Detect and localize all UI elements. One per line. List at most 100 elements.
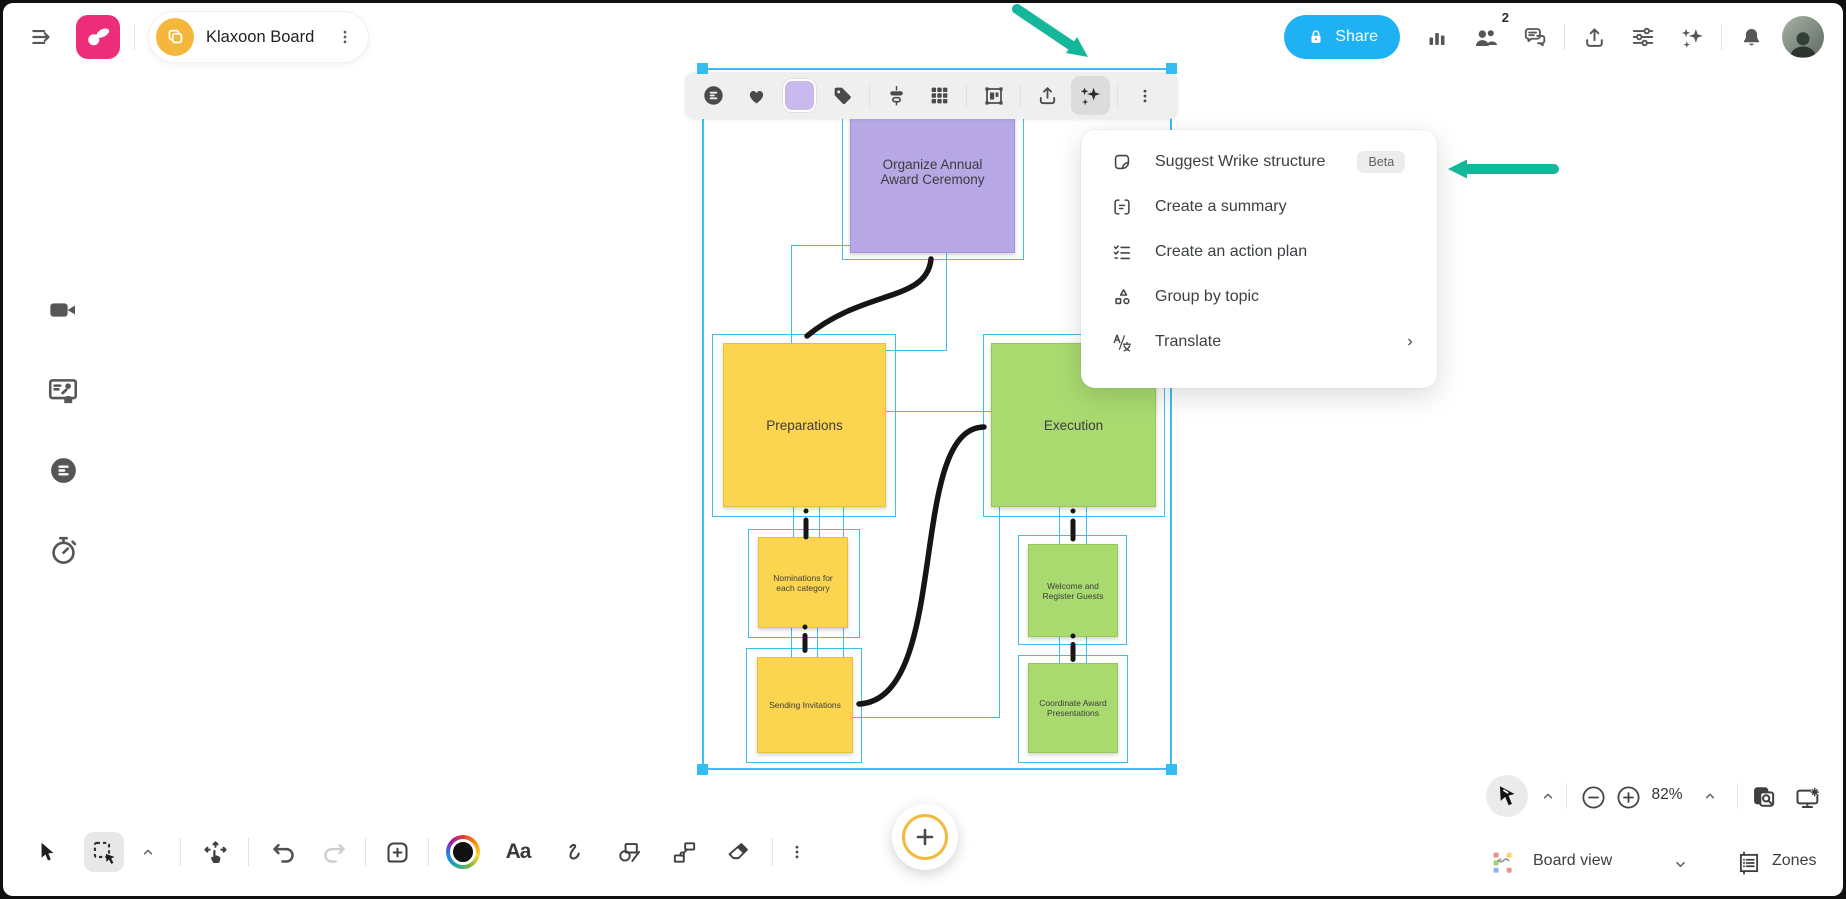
summary-icon <box>1114 198 1130 215</box>
board-menu-button[interactable] <box>330 18 360 56</box>
menu-item-translate[interactable]: Translate <box>1081 319 1437 364</box>
board-title-pill[interactable]: Klaxoon Board <box>149 12 369 62</box>
menu-item-create-action-plan[interactable]: Create an action plan <box>1081 229 1437 274</box>
connector-icon <box>673 841 695 863</box>
pan-tool-button[interactable] <box>195 832 235 872</box>
share-button[interactable]: Share <box>1284 15 1400 59</box>
frame-icon <box>984 86 1003 105</box>
selection-handle-top-left[interactable] <box>697 63 708 74</box>
ai-sparkles-icon <box>1681 28 1703 48</box>
details-button[interactable] <box>694 76 733 115</box>
poll-tool-button[interactable] <box>42 449 84 491</box>
like-heart-icon <box>749 90 764 104</box>
like-button[interactable] <box>737 76 776 115</box>
header-divider <box>1721 24 1722 50</box>
sticky-note[interactable]: Nominations for each category <box>758 537 848 628</box>
selection-handle-bottom-left[interactable] <box>697 764 708 775</box>
presenter-icon <box>48 379 78 404</box>
zones-button[interactable] <box>1730 846 1768 880</box>
kebab-menu-icon <box>1143 89 1146 102</box>
upload-icon <box>1585 27 1603 47</box>
notifications-button[interactable] <box>1731 17 1771 57</box>
present-tool-button[interactable] <box>42 370 84 412</box>
eraser-tool-button[interactable] <box>718 832 758 872</box>
upload-button[interactable] <box>1574 17 1614 57</box>
select-tool-button[interactable] <box>27 832 67 872</box>
board-title: Klaxoon Board <box>206 27 315 46</box>
pointer-mode-button[interactable] <box>1486 775 1528 817</box>
plus-icon <box>916 828 934 846</box>
sticky-note[interactable]: Coordinate Award Presentations <box>1028 663 1118 753</box>
menu-item-group-by-topic[interactable]: Group by topic <box>1081 274 1437 319</box>
more-options-button[interactable] <box>1125 76 1164 115</box>
shapes-tool-button[interactable] <box>609 832 649 872</box>
zoom-level[interactable]: 82% <box>1642 786 1692 804</box>
menu-item-create-summary[interactable]: Create a summary <box>1081 184 1437 229</box>
ai-assistant-button[interactable] <box>1672 17 1712 57</box>
align-button[interactable] <box>877 76 916 115</box>
menu-item-suggest-wrike[interactable]: Suggest Wrike structure Beta <box>1081 139 1437 184</box>
video-tool-button[interactable] <box>42 289 84 331</box>
pan-icon <box>203 840 227 863</box>
marquee-select-tool-button[interactable] <box>84 832 124 872</box>
sticky-note[interactable]: Welcome and Register Guests <box>1028 544 1118 637</box>
display-settings-button[interactable] <box>1789 778 1827 816</box>
undo-button[interactable] <box>263 832 303 872</box>
comments-button[interactable] <box>1515 17 1555 57</box>
timer-tool-button[interactable] <box>42 529 84 571</box>
zoom-expand-button[interactable] <box>1696 782 1724 810</box>
board-icon <box>156 18 194 56</box>
overview-icon <box>1754 787 1775 807</box>
participants-button[interactable]: 2 <box>1466 10 1509 57</box>
add-note-tool-button[interactable] <box>377 832 417 872</box>
user-avatar <box>1782 16 1824 58</box>
zones-icon <box>1739 851 1759 875</box>
user-avatar-button[interactable] <box>1780 14 1826 60</box>
klaxoon-logo[interactable] <box>76 15 120 59</box>
selection-handle-bottom-right[interactable] <box>1166 764 1177 775</box>
redo-icon <box>323 843 345 863</box>
menu-item-label: Create an action plan <box>1155 242 1308 260</box>
redo-button[interactable] <box>314 832 354 872</box>
draw-icon <box>568 843 580 859</box>
selection-handle-top-right[interactable] <box>1166 63 1177 74</box>
color-tool-button[interactable] <box>443 832 483 872</box>
board-view-icon-button[interactable] <box>1483 845 1523 879</box>
add-element-fab[interactable] <box>892 804 958 870</box>
overview-button[interactable] <box>1746 778 1784 816</box>
text-tool-button[interactable]: Aa <box>494 832 542 872</box>
header-left: Klaxoon Board <box>22 12 369 62</box>
draw-tool-button[interactable] <box>555 832 595 872</box>
stats-button[interactable] <box>1417 17 1457 57</box>
grid-icon <box>931 87 948 104</box>
ai-sparkles-icon <box>1080 87 1101 106</box>
sticky-note-icon <box>1114 154 1130 169</box>
chevron-down-icon <box>1675 861 1685 867</box>
select-tool-expand-button[interactable] <box>134 838 162 866</box>
sticky-note[interactable]: Sending Invitations <box>757 657 853 753</box>
header-divider <box>1564 24 1565 50</box>
export-button[interactable] <box>1028 76 1067 115</box>
connector-tool-button[interactable] <box>664 832 704 872</box>
ai-assistant-button-selection[interactable] <box>1071 76 1110 115</box>
settings-sliders-button[interactable] <box>1623 17 1663 57</box>
frame-button[interactable] <box>974 76 1013 115</box>
laser-pointer-icon <box>1499 786 1515 806</box>
color-swatch <box>783 79 816 112</box>
sidebar-toggle-button[interactable] <box>22 17 62 57</box>
chevron-up-icon <box>1543 793 1553 799</box>
grid-button[interactable] <box>920 76 959 115</box>
video-icon <box>50 303 75 317</box>
more-tools-button[interactable] <box>780 832 814 872</box>
sticky-note[interactable]: Organize Annual Award Ceremony <box>850 118 1015 253</box>
board-view-label[interactable]: Board view <box>1533 852 1612 870</box>
sticky-note[interactable]: Preparations <box>723 343 886 507</box>
zoom-out-button[interactable] <box>1576 780 1610 814</box>
pointer-expand-button[interactable] <box>1534 782 1562 810</box>
zones-label[interactable]: Zones <box>1772 852 1816 870</box>
tag-button[interactable] <box>823 76 862 115</box>
color-swatch-button[interactable] <box>780 79 819 112</box>
board-view-dropdown-button[interactable] <box>1665 850 1695 878</box>
zoom-in-button[interactable] <box>1611 780 1645 814</box>
toolbar-divider <box>1117 83 1118 108</box>
